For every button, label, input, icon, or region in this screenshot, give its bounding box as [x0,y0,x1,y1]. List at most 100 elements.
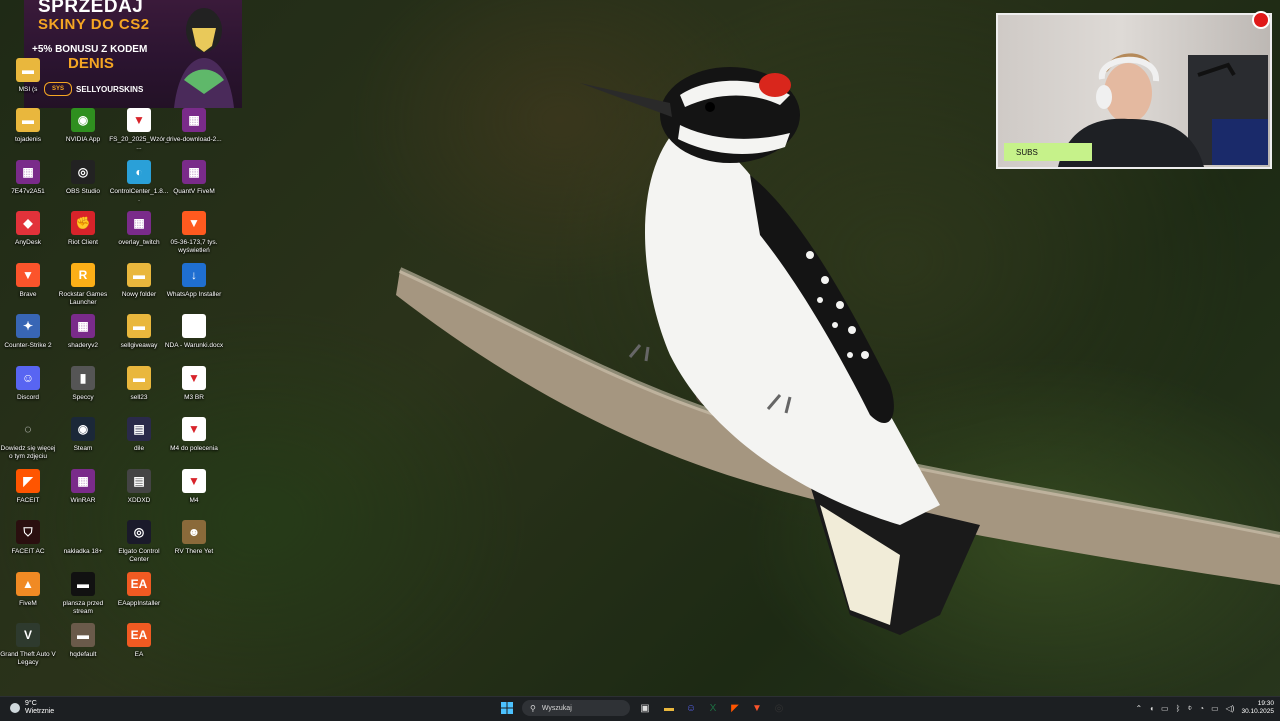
desktop-icon-label: Discord [16,393,40,401]
desktop-icon-label: Brave [19,290,37,298]
discord-icon[interactable]: ☺ [682,699,700,717]
desktop-icon-label: Rockstar Games Launcher [58,290,108,306]
desktop-icon-whatsapp-installer[interactable]: ↓ WhatsApp Installer [166,262,222,299]
desktop-icon-m4-do-polecenia[interactable]: ▼ M4 do polecenia [166,417,222,453]
desktop-icon-hqdefault[interactable]: ▬ hqdefault [55,623,111,659]
taskbar-search[interactable]: ⚲ Wyszukaj [522,700,630,716]
brave-icon[interactable]: ▼ [748,699,766,717]
app-icon: ▦ [127,211,151,235]
desktop-icon-winrar[interactable]: ▦ WinRAR [55,468,111,505]
desktop-icon-grand-theft-auto-v-legacy[interactable]: V Grand Theft Auto V Legacy [0,623,56,667]
system-tray: ⌃ ◖ ▭ ᛒ ⌽ ◔ ▭ ◁) 19:30 30.10.2025 [1135,700,1274,716]
desktop-icon-riot-client[interactable]: ✊ Riot Client [55,211,111,247]
desktop-icon-nowy-folder[interactable]: ▬ Nowy folder [111,262,167,299]
desktop-icon-rv-there-yet[interactable]: ☻ RV There Yet [166,520,222,556]
microphone-icon[interactable]: ⌽ [1187,703,1192,713]
desktop-icon-nda-warunki-docx[interactable]: NDA - Warunki.docx [165,314,223,350]
clock[interactable]: 19:30 30.10.2025 [1241,700,1274,716]
desktop-icon-label: plansza przed stream [62,599,104,615]
file-explorer-icon[interactable]: ▬ [660,699,678,717]
app-icon: ▬ [127,365,151,390]
app-icon [71,520,95,544]
app-icon: ◉ [71,108,95,132]
app-icon: ☻ [182,520,206,544]
desktop-icon-counter-strike-2[interactable]: ✦ Counter-Strike 2 [0,314,56,350]
desktop-icon-elgato-control-center[interactable]: ◎ Elgato Control Center [111,520,167,564]
app-icon: ▬ [71,623,95,647]
desktop-icon-overlay-twitch[interactable]: ▦ overlay_twitch [111,211,167,247]
desktop-icon-plansza-przed-stream[interactable]: ▬ plansza przed stream [55,571,111,616]
app-icon: ↓ [182,262,206,287]
excel-icon[interactable]: X [704,699,722,717]
desktop-icon-05-36-173-7-tys-wy-wietle[interactable]: ▼ 05-36-173,7 tys. wyświetleń [166,211,222,255]
desktop-icon-faceit[interactable]: ◤ FACEIT [0,468,56,505]
desktop-icon-label: FACEIT AC [11,548,45,555]
app-icon: ◐ [127,159,151,184]
desktop-icon-ea[interactable]: EA EA [111,623,167,659]
desktop-icon-label: Counter-Strike 2 [4,342,52,349]
desktop-icon-label: EAappInstaller [117,599,161,607]
app-icon: ▬ [16,108,40,132]
app-icon: ◉ [71,417,95,441]
desktop-icon-label: Speccy [72,393,94,401]
network-icon[interactable]: ▭ [1211,704,1219,713]
desktop-icon-fivem[interactable]: ▲ FiveM [0,571,56,608]
chevron-up-icon[interactable]: ⌃ [1135,704,1142,713]
desktop-icon-anydesk[interactable]: ◆ AnyDesk [0,211,56,247]
desktop-icon-faceit-ac[interactable]: ⛉ FACEIT AC [0,520,56,556]
desktop-icon-label: XDDXD [127,496,151,504]
desktop-icon-obs-studio[interactable]: ◎ OBS Studio [55,159,111,196]
tray-app-icon[interactable]: ◖ [1149,704,1154,713]
app-icon: ◌ [24,422,32,436]
volume-icon[interactable]: ◁) [1226,704,1235,713]
desktop-icon-label: M4 do polecenia [170,445,218,452]
tray-app-icon[interactable]: ◔ [1199,704,1204,713]
desktop-icon-rockstar-games-launcher[interactable]: R Rockstar Games Launcher [55,262,111,307]
obs-icon[interactable]: ◎ [770,699,788,717]
desktop-icon-controlcenter-1-8[interactable]: ◐ ControlCenter_1.8.... [110,159,168,204]
desktop-icon-label: MSI (s [18,86,38,93]
desktop-icon-7e47v2a51[interactable]: ▦ 7E47v2A51 [0,159,56,196]
desktop-icon-discord[interactable]: ☺ Discord [0,365,56,402]
desktop-icon-drive-download-2[interactable]: ▦ drive-download-2... [166,108,222,144]
promo-brand: SYS SELLYOURSKINS [44,82,143,96]
desktop-icon-tojadenis[interactable]: ▬ tojadenis [0,108,56,144]
desktop-icon-label: Grand Theft Auto V Legacy [0,651,56,666]
app-icon: ▮ [71,365,95,390]
desktop-icon-steam[interactable]: ◉ Steam [55,417,111,453]
faceit-icon[interactable]: ◤ [726,699,744,717]
desktop-icon-label: AnyDesk [14,239,41,246]
desktop-icon-fs-20-2025-wz-r[interactable]: ▼ FS_20_2025_Wzór_... [109,108,169,152]
app-icon: ▬ [127,262,151,287]
tray-app-icon[interactable]: ▭ [1161,704,1169,713]
desktop-icon-dile[interactable]: ▤ dile [111,417,167,453]
desktop-icon-nak-adka-18[interactable]: nakładka 18+ [55,520,111,556]
app-icon: V [16,623,40,647]
desktop-icon-label: WhatsApp Installer [166,290,222,298]
app-icon: ✊ [71,211,95,235]
desktop-icon-speccy[interactable]: ▮ Speccy [55,365,111,402]
desktop-icon-shaderyv2[interactable]: ▦ shaderyv2 [55,314,111,350]
start-button[interactable] [498,699,516,717]
desktop-icon-dowiedz-si-wi-cej-o-tym-zdj-ciu[interactable]: ◌ Dowiedz się więcej o tym zdjęciu [0,417,56,461]
desktop-icon-nvidia-app[interactable]: ◉ NVIDIA App [55,108,111,144]
app-icon: ▤ [127,417,151,441]
desktop-icon-msi[interactable]: ▬ MSI (s [0,58,56,94]
app-icon: ▦ [182,108,206,132]
windows-logo-icon [501,702,513,714]
desktop-icon-label: shaderyv2 [68,342,98,349]
desktop-icon-label: tojadenis [14,136,42,143]
bluetooth-icon[interactable]: ᛒ [1176,704,1181,713]
desktop-icon-quantv-fivem[interactable]: ▦ QuantV FiveM [166,159,222,196]
task-view-button[interactable]: ▣ [636,699,654,717]
desktop-icon-brave[interactable]: ▼ Brave [0,262,56,299]
weather-widget[interactable]: 9°C Wietrznie [10,700,54,716]
desktop-icon-m4[interactable]: ▼ M4 [166,468,222,505]
desktop-icon-sell23[interactable]: ▬ sell23 [111,365,167,402]
weather-condition: Wietrznie [25,708,55,715]
desktop-icon-eaappinstaller[interactable]: EA EAappInstaller [111,571,167,608]
desktop-icon-xddxd[interactable]: ▤ XDDXD [111,468,167,505]
desktop-icon-sellgiveaway[interactable]: ▬ sellgiveaway [111,314,167,350]
desktop-icon-m3-br[interactable]: ▼ M3 BR [166,365,222,402]
app-icon: ▦ [16,159,40,184]
